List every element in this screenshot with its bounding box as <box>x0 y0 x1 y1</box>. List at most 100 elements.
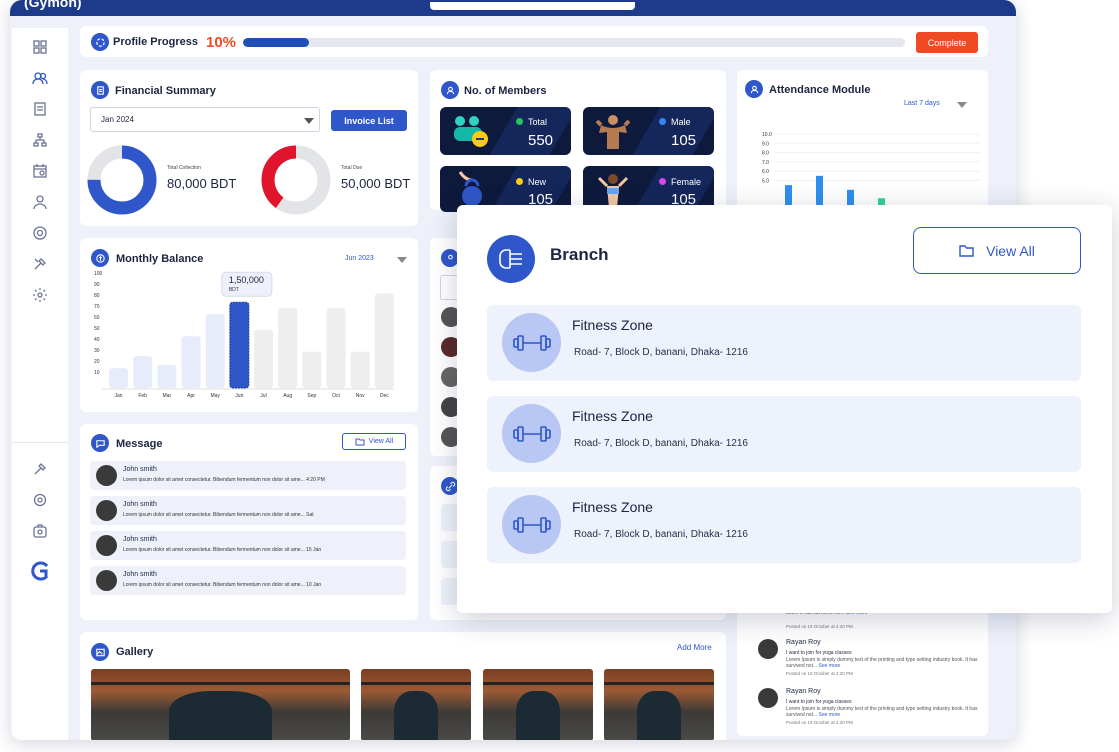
user-icon <box>745 80 763 98</box>
bar-jun[interactable] <box>229 301 250 389</box>
avatar <box>96 500 117 521</box>
comment-author: Rayan Roy <box>786 639 821 646</box>
bar-feb[interactable] <box>133 356 153 388</box>
tooltip-unit: BDT <box>229 287 239 293</box>
see-more-link[interactable]: See more <box>819 663 841 669</box>
status-dot <box>516 178 523 185</box>
profile-progress-title: Profile Progress <box>113 36 198 48</box>
see-more-link[interactable]: See more <box>819 712 841 718</box>
branch-item[interactable]: Fitness Zone Road- 7, Block D, banani, D… <box>487 305 1081 381</box>
comment-item[interactable]: Rayan Roy I want to join for yoga classe… <box>746 688 996 730</box>
gallery-photo[interactable] <box>483 669 593 740</box>
monthly-balance-range-select[interactable]: Jun 2023 <box>345 255 374 262</box>
avatar <box>758 688 778 708</box>
document-icon <box>91 81 109 99</box>
branch-view-all-button[interactable]: View All <box>913 227 1081 274</box>
gallery-photo[interactable] <box>361 669 471 740</box>
complete-button[interactable]: Complete <box>916 32 978 53</box>
bar-sep[interactable] <box>302 351 322 388</box>
attendance-title: Attendance Module <box>769 84 871 96</box>
gallery-photo[interactable] <box>604 669 714 740</box>
search-input[interactable] <box>430 2 635 10</box>
members-total-tile[interactable]: Total 550 <box>440 107 571 155</box>
comment-posted: Posted on 19 October at 4:20 PM <box>786 624 853 629</box>
trainer-icon[interactable] <box>32 194 48 210</box>
gear-icon[interactable] <box>32 287 48 303</box>
branch-title: Branch <box>550 245 609 264</box>
balance-icon <box>91 249 109 267</box>
x-tick-label: Oct <box>332 393 340 399</box>
financial-summary-title: Financial Summary <box>115 85 216 97</box>
x-tick-label: Sep <box>307 393 316 399</box>
branch-item[interactable]: Fitness Zone Road- 7, Block D, banani, D… <box>487 487 1081 563</box>
message-sender: John smith <box>123 536 157 543</box>
avatar <box>96 465 117 486</box>
invoice-icon[interactable] <box>32 101 48 117</box>
bar-aug[interactable] <box>278 307 298 388</box>
y-tick-label: 20 <box>94 359 100 365</box>
bar-nov[interactable] <box>350 351 370 388</box>
tools-icon[interactable] <box>32 461 48 477</box>
members-male-value: 105 <box>671 132 697 149</box>
monthly-balance-chart: 100 90 80 70 60 50 40 30 20 10 Jan Feb Mar Apr May Jun 1… <box>94 271 394 399</box>
bar-mar[interactable] <box>157 364 177 388</box>
male-athlete-icon <box>595 115 631 149</box>
tooltip-value: 1,50,000 <box>229 275 264 285</box>
bar-oct[interactable] <box>326 307 346 388</box>
branch-panel: Branch View All Fitness Zone Road- 7, Bl… <box>457 205 1112 613</box>
members-icon[interactable] <box>32 70 48 86</box>
y-tick-label: 8.0 <box>762 151 769 157</box>
chevron-down-icon <box>304 118 314 124</box>
settings-cog-icon[interactable] <box>32 225 48 241</box>
total-collection-label: Total Collection <box>167 165 201 171</box>
app-logo[interactable]: (Gymon) <box>24 0 82 10</box>
add-more-link[interactable]: Add More <box>677 643 712 652</box>
hierarchy-icon[interactable] <box>32 132 48 148</box>
due-donut <box>261 145 331 215</box>
y-tick-label: 60 <box>94 315 100 321</box>
status-dot <box>516 118 523 125</box>
bar-may[interactable] <box>205 314 225 388</box>
tools-icon[interactable] <box>32 256 48 272</box>
message-preview: Lorem ipsum dolor sit amet consectetur. … <box>123 582 322 588</box>
schedule-icon[interactable] <box>32 163 48 179</box>
attendance-bar[interactable] <box>816 175 823 208</box>
bar-dec[interactable] <box>374 293 394 388</box>
gear-icon[interactable] <box>32 492 48 508</box>
top-bar: (Gymon) <box>10 0 1016 16</box>
message-item[interactable]: John smith Lorem ipsum dolor sit amet con… <box>90 461 406 490</box>
status-dot <box>659 178 666 185</box>
members-male-tile[interactable]: Male 105 <box>583 107 714 155</box>
dashboard-grid-icon[interactable] <box>32 39 48 55</box>
folder-icon <box>355 438 365 445</box>
y-tick-label: 5.0 <box>762 179 769 185</box>
bar-jan[interactable] <box>109 368 128 388</box>
attendance-range-select[interactable]: Last 7 days <box>904 100 940 107</box>
gallery-photo[interactable] <box>91 669 350 740</box>
bar-jul[interactable] <box>254 329 273 388</box>
branch-item[interactable]: Fitness Zone Road- 7, Block D, banani, D… <box>487 396 1081 472</box>
x-tick-label: Feb <box>138 393 147 399</box>
branch-address: Road- 7, Block D, banani, Dhaka- 1216 <box>574 438 748 449</box>
message-view-all-button[interactable]: View All <box>342 433 406 450</box>
members-total-label: Total <box>528 117 548 127</box>
y-tick-label: 100 <box>94 271 103 277</box>
payment-icon[interactable] <box>32 523 48 539</box>
comment-body: Lorem Ipsum is simply dummy text of the … <box>786 706 978 718</box>
comment-item[interactable]: Rayan Roy I want to join for yoga classe… <box>746 639 996 681</box>
x-tick-label: Jan <box>114 393 122 399</box>
invoice-list-button[interactable]: Invoice List <box>331 110 407 131</box>
dumbbell-icon <box>502 495 561 554</box>
chat-icon <box>91 434 109 452</box>
x-tick-label: Jul <box>260 393 266 399</box>
month-select[interactable]: Jan 2024 <box>90 107 320 132</box>
bar-apr[interactable] <box>181 336 201 388</box>
branch-address: Road- 7, Block D, banani, Dhaka- 1216 <box>574 529 748 540</box>
message-item[interactable]: John smith Lorem ipsum dolor sit amet con… <box>90 531 406 560</box>
message-item[interactable]: John smith Lorem ipsum dolor sit amet con… <box>90 496 406 525</box>
avatar <box>758 639 778 659</box>
x-tick-label: Aug <box>283 393 292 399</box>
message-item[interactable]: John smith Lorem ipsum dolor sit amet con… <box>90 566 406 595</box>
message-preview: Lorem ipsum dolor sit amet consectetur. … <box>123 547 322 553</box>
brand-logo-icon[interactable] <box>29 560 51 582</box>
